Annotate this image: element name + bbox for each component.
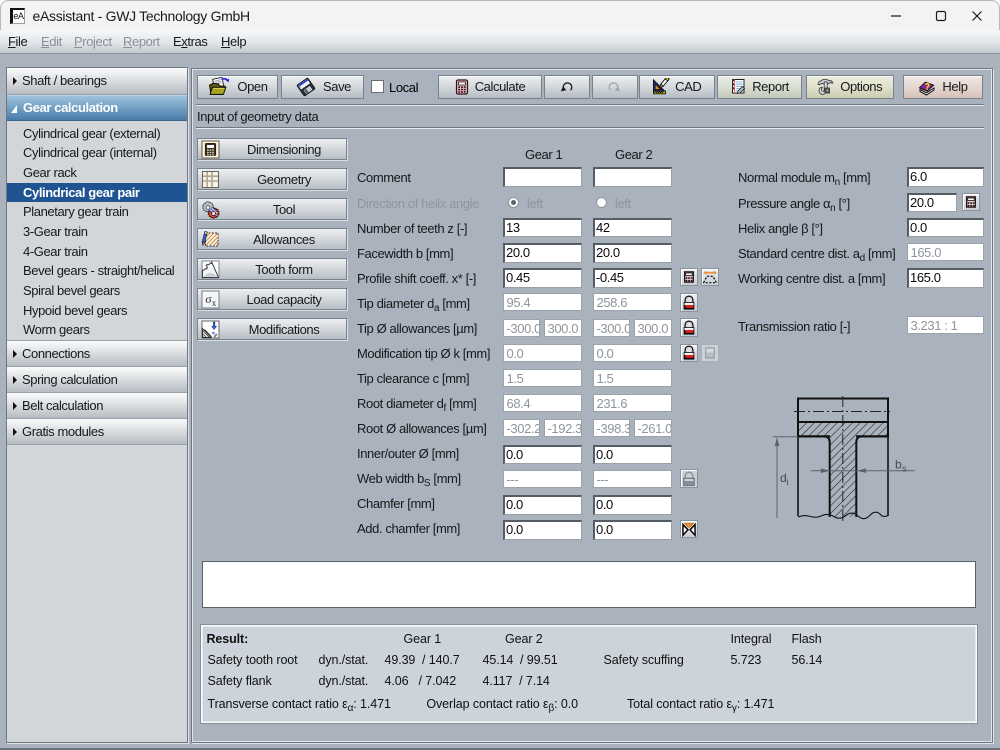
svg-text:i: i: [787, 477, 789, 487]
svg-text:s: s: [902, 464, 907, 474]
svg-text:b: b: [895, 458, 902, 472]
svg-text:d: d: [780, 471, 786, 485]
